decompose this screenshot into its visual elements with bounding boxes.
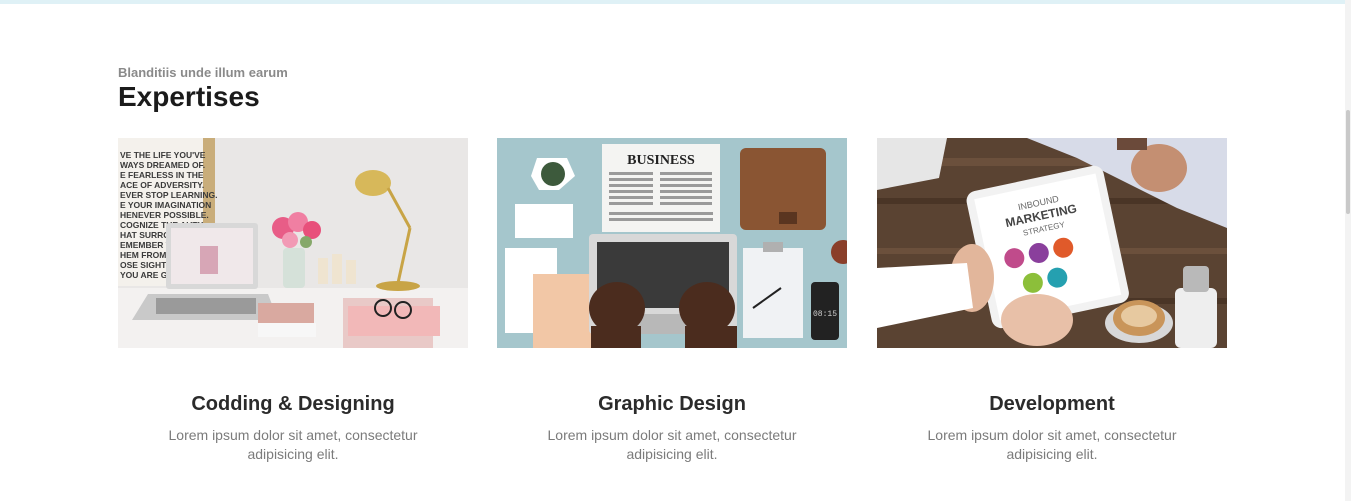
poster-line: E YOUR IMAGINATION (120, 200, 211, 210)
scrollbar-thumb[interactable] (1346, 110, 1350, 214)
workspace-desk-photo: VE THE LIFE YOU'VE WAYS DREAMED OF. E FE… (118, 138, 468, 348)
expertise-card: BUSINESS 08:15 Graphic Design Lorem ipsu… (497, 138, 847, 462)
poster-line: E FEARLESS IN THE (120, 170, 204, 180)
section-subtitle: Blanditiis unde illum earum (118, 65, 288, 80)
poster-line: VE THE LIFE YOU'VE (120, 150, 206, 160)
section-title: Expertises (118, 81, 260, 112)
card-title: Graphic Design (598, 393, 746, 415)
card-title: Development (989, 393, 1115, 415)
card-title: Codding & Designing (191, 393, 395, 415)
expertise-card: INBOUND MARKETING STRATEGY Development L… (877, 138, 1227, 462)
poster-line: HENEVER POSSIBLE. (120, 210, 209, 220)
newspaper-headline: BUSINESS (627, 153, 695, 168)
poster-line: WAYS DREAMED OF. (120, 160, 205, 170)
marketing-tablet-photo: INBOUND MARKETING STRATEGY (877, 138, 1227, 348)
laptop-business-flatlay-photo: BUSINESS 08:15 (497, 138, 847, 348)
expertise-card: VE THE LIFE YOU'VE WAYS DREAMED OF. E FE… (118, 138, 468, 462)
card-description: Lorem ipsum dolor sit amet, consectetur … (168, 427, 418, 462)
top-border (0, 0, 1351, 4)
phone-clock: 08:15 (813, 310, 837, 319)
poster-line: ACE OF ADVERSITY. (120, 180, 204, 190)
card-description: Lorem ipsum dolor sit amet, consectetur … (547, 427, 797, 462)
poster-line: EVER STOP LEARNING. (120, 190, 217, 200)
page-scrollbar[interactable] (1345, 0, 1351, 501)
card-description: Lorem ipsum dolor sit amet, consectetur … (927, 427, 1177, 462)
